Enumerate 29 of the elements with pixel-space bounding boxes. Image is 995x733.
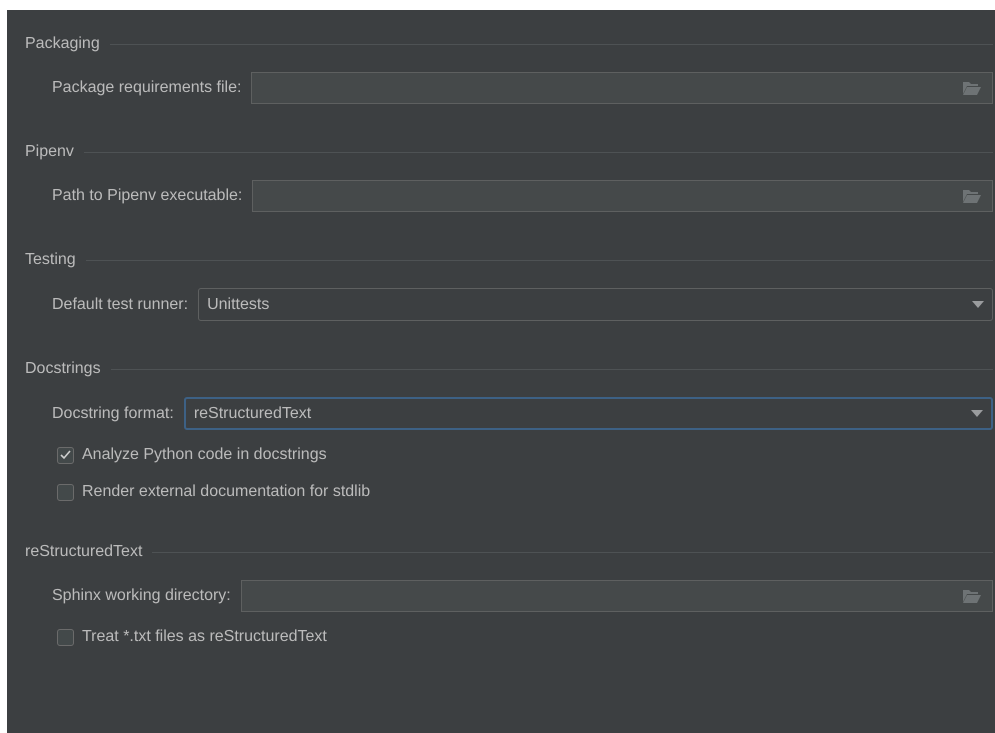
checkbox-label: Analyze Python code in docstrings [82,445,327,465]
section-title: Testing [25,250,76,270]
checkbox[interactable] [57,484,74,500]
dropdown[interactable]: reStructuredText [184,397,993,430]
field-label: Path to Pipenv executable: [52,186,242,206]
checkmark-icon [60,450,71,460]
folder-icon[interactable] [962,588,982,604]
field-label: Docstring format: [52,404,174,424]
folder-icon[interactable] [962,80,982,96]
section-title: reStructuredText [25,542,142,562]
path-field[interactable] [240,580,993,612]
checkbox[interactable] [57,446,74,464]
dropdown[interactable]: Unittests [198,288,993,321]
field-label: Sphinx working directory: [52,586,231,606]
folder-icon[interactable] [962,188,982,204]
section-title: Docstrings [25,359,101,379]
caret-icon [971,410,983,418]
path-field[interactable] [251,72,993,104]
field-label: Package requirements file: [52,78,242,98]
checkbox[interactable] [57,628,74,646]
section-title: Pipenv [25,142,74,162]
path-field[interactable] [252,180,993,212]
checkbox-label: Treat *.txt files as reStructuredText [82,627,327,647]
checkbox-label: Render external documentation for stdlib [82,482,370,502]
dropdown-value: Unittests [207,294,270,314]
dropdown-value: reStructuredText [194,404,312,424]
caret-icon [972,300,984,308]
section-title: Packaging [25,34,100,54]
field-label: Default test runner: [52,294,188,314]
